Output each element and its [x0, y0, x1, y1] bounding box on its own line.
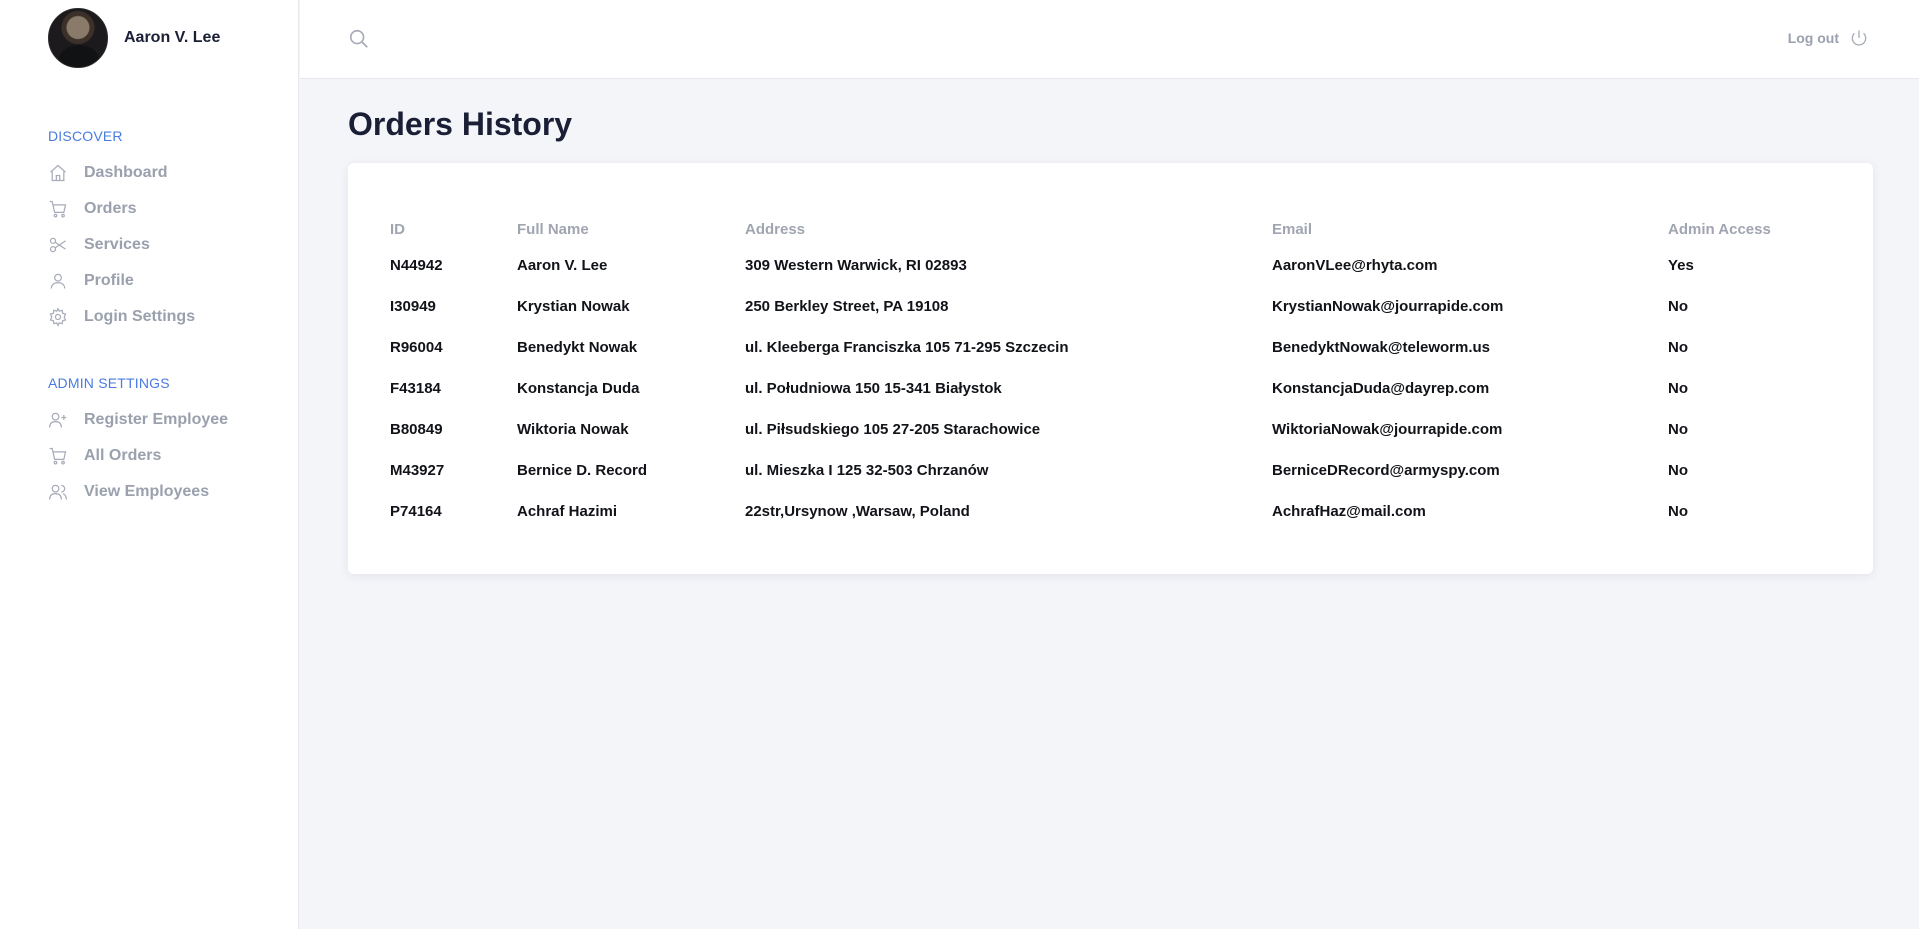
cell-full-name: Wiktoria Nowak [517, 421, 629, 438]
cell-admin-access: No [1668, 503, 1688, 520]
cell-address: ul. Południowa 150 15-341 Białystok [745, 380, 1002, 397]
cell-email: BenedyktNowak@teleworm.us [1272, 339, 1491, 356]
table-row[interactable]: R96004 Benedykt Nowak ul. Kleeberga Fran… [390, 327, 1788, 368]
power-icon [1851, 30, 1867, 46]
cell-address: 309 Western Warwick, RI 02893 [745, 257, 967, 274]
cell-full-name: Aaron V. Lee [517, 257, 608, 274]
search-icon[interactable] [348, 28, 370, 50]
cell-email: KrystianNowak@jourrapide.com [1272, 298, 1504, 315]
cell-full-name: Benedykt Nowak [517, 339, 638, 356]
cell-admin-access: No [1668, 380, 1688, 397]
section-title-discover: DISCOVER [48, 128, 123, 144]
gear-icon [49, 307, 67, 327]
cell-admin-access: Yes [1668, 257, 1694, 274]
cell-address: ul. Mieszka I 125 32-503 Chrzanów [745, 462, 989, 479]
cell-id: R96004 [390, 339, 443, 356]
sidebar-item-label: Login Settings [84, 308, 196, 325]
sidebar-item-label: View Employees [84, 483, 210, 500]
sidebar-item-label: Dashboard [84, 164, 168, 181]
cell-full-name: Konstancja Duda [517, 380, 640, 397]
cell-id: N44942 [390, 257, 443, 274]
cell-address: ul. Piłsudskiego 105 27-205 Starachowice [745, 421, 1041, 438]
sidebar-item-orders[interactable]: Orders [48, 197, 136, 221]
cell-id: F43184 [390, 380, 441, 397]
users-icon [49, 484, 67, 500]
sidebar-item-services[interactable]: Services [48, 233, 150, 257]
cart-icon [49, 447, 67, 465]
cell-admin-access: No [1668, 339, 1688, 356]
user-icon [50, 273, 66, 289]
table-row[interactable]: M43927 Bernice D. Record ul. Mieszka I 1… [390, 450, 1788, 491]
cell-id: I30949 [390, 298, 436, 315]
orders-table: ID Full Name Address Email Admin Access … [390, 213, 1788, 532]
cart-icon [49, 200, 67, 218]
cell-address: 250 Berkley Street, PA 19108 [745, 298, 949, 315]
cell-email: WiktoriaNowak@jourrapide.com [1272, 421, 1503, 438]
sidebar-item-profile[interactable]: Profile [48, 269, 134, 293]
sidebar-item-label: Services [84, 236, 150, 253]
table-row[interactable]: B80849 Wiktoria Nowak ul. Piłsudskiego 1… [390, 409, 1788, 450]
column-header-email: Email [1272, 220, 1313, 238]
column-header-address: Address [745, 220, 806, 238]
cell-id: B80849 [390, 421, 443, 438]
user-plus-icon [49, 412, 67, 428]
sidebar-item-view-employees[interactable]: View Employees [48, 480, 209, 504]
cell-id: M43927 [390, 462, 445, 479]
sidebar-item-all-orders[interactable]: All Orders [48, 444, 161, 468]
user-profile[interactable]: Aaron V. Lee [48, 8, 220, 68]
page-title: Orders History [348, 106, 573, 142]
user-name: Aaron V. Lee [124, 29, 221, 46]
logout-label: Log out [1787, 30, 1839, 46]
table-row[interactable]: I30949 Krystian Nowak 250 Berkley Street… [390, 286, 1788, 327]
home-icon [50, 164, 66, 182]
column-header-full-name: Full Name [517, 220, 589, 238]
cell-admin-access: No [1668, 298, 1688, 315]
sidebar-item-label: Register Employee [84, 411, 229, 428]
sidebar-item-label: All Orders [84, 447, 162, 464]
cell-admin-access: No [1668, 462, 1688, 479]
column-header-admin-access: Admin Access [1668, 220, 1771, 238]
cell-address: ul. Kleeberga Franciszka 105 71-295 Szcz… [745, 339, 1069, 356]
logout-button[interactable]: Log out [1788, 28, 1869, 48]
table-row[interactable]: F43184 Konstancja Duda ul. Południowa 15… [390, 368, 1788, 409]
sidebar-item-dashboard[interactable]: Dashboard [48, 161, 168, 185]
avatar[interactable] [48, 8, 108, 68]
cell-id: P74164 [390, 503, 442, 520]
cell-email: AchrafHaz@mail.com [1272, 503, 1426, 520]
cell-email: BerniceDRecord@armyspy.com [1272, 462, 1500, 479]
cell-full-name: Krystian Nowak [517, 298, 630, 315]
table-header-row: ID Full Name Address Email Admin Access [390, 213, 1788, 245]
cell-full-name: Achraf Hazimi [517, 503, 618, 520]
sidebar-item-register-employee[interactable]: Register Employee [48, 408, 228, 432]
cell-email: KonstancjaDuda@dayrep.com [1272, 380, 1490, 397]
sidebar-item-login-settings[interactable]: Login Settings [48, 305, 195, 329]
cell-email: AaronVLee@rhyta.com [1272, 257, 1438, 274]
column-header-id: ID [390, 220, 405, 238]
cell-address: 22str,Ursynow ,Warsaw, Poland [745, 503, 970, 520]
scissors-icon [49, 237, 66, 253]
table-row[interactable]: N44942 Aaron V. Lee 309 Western Warwick,… [390, 245, 1788, 286]
cell-admin-access: No [1668, 421, 1688, 438]
table-row[interactable]: P74164 Achraf Hazimi 22str,Ursynow ,Wars… [390, 491, 1788, 532]
section-title-admin-settings: ADMIN SETTINGS [48, 375, 170, 391]
top-bar: Log out [300, 0, 1919, 79]
sidebar: Aaron V. Lee DISCOVER Dashboard Orders S… [0, 0, 299, 929]
sidebar-item-label: Orders [84, 200, 137, 217]
sidebar-item-label: Profile [84, 272, 134, 289]
cell-full-name: Bernice D. Record [517, 462, 648, 479]
orders-table-card: ID Full Name Address Email Admin Access … [348, 163, 1873, 574]
